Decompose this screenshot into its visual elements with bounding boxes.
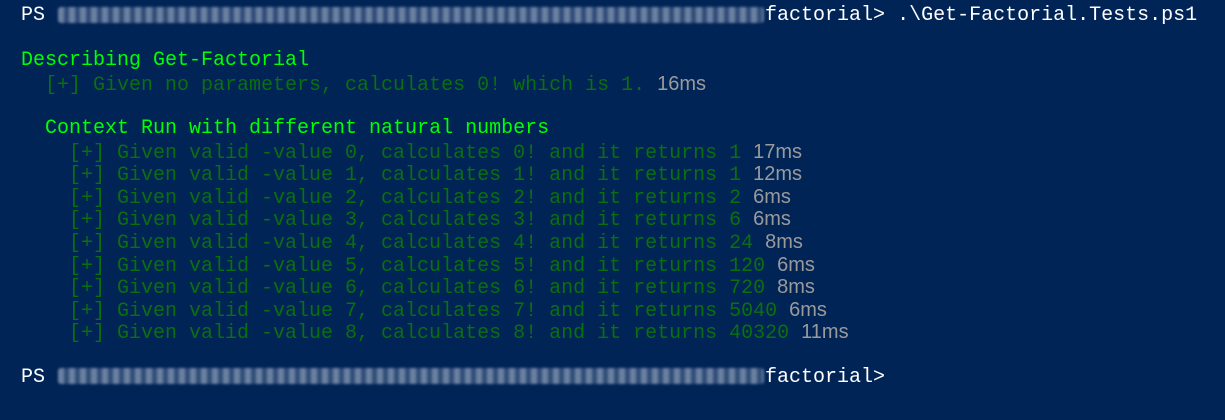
test-duration: 11ms bbox=[801, 321, 849, 344]
describe-heading: Describing Get-Factorial bbox=[21, 49, 310, 73]
prompt-prefix: PS bbox=[21, 365, 46, 389]
redacted-path bbox=[58, 6, 765, 23]
test-result-line: [+] Given valid -value 3, calculates 3! … bbox=[21, 208, 1225, 233]
test-duration: 16ms bbox=[657, 72, 707, 95]
test-duration: 6ms bbox=[753, 208, 791, 231]
test-result-text: [+] Given valid -value 4, calculates 4! … bbox=[69, 231, 754, 255]
test-result-text: [+] Given valid -value 5, calculates 5! … bbox=[69, 254, 766, 278]
test-result-line: [+] Given valid -value 1, calculates 1! … bbox=[21, 163, 1225, 188]
test-result-text: [+] Given valid -value 0, calculates 0! … bbox=[69, 141, 742, 165]
test-result-line: [+] Given valid -value 4, calculates 4! … bbox=[21, 230, 1225, 255]
test-result-line: [+] Given no parameters, calculates 0! w… bbox=[21, 72, 1225, 97]
test-result-line: [+] Given valid -value 5, calculates 5! … bbox=[21, 253, 1225, 278]
second-prompt-line[interactable]: PS factorial> bbox=[21, 365, 1225, 390]
test-result-text: [+] Given valid -value 3, calculates 3! … bbox=[69, 209, 742, 233]
test-result-text: [+] Given valid -value 7, calculates 7! … bbox=[69, 299, 778, 323]
context-test-list: [+] Given valid -value 0, calculates 0! … bbox=[21, 140, 1225, 346]
test-result-text: [+] Given valid -value 8, calculates 8! … bbox=[69, 322, 790, 346]
redacted-path bbox=[58, 368, 765, 385]
test-result-line: [+] Given valid -value 6, calculates 6! … bbox=[21, 276, 1225, 301]
prompt-path-tail: factorial> bbox=[765, 4, 886, 27]
prompt-prefix: PS bbox=[21, 4, 46, 27]
test-result-text: [+] Given valid -value 2, calculates 2! … bbox=[69, 186, 742, 210]
test-duration: 8ms bbox=[777, 276, 815, 299]
context-heading: Context Run with different natural numbe… bbox=[45, 116, 550, 140]
test-duration: 8ms bbox=[765, 230, 803, 253]
powershell-terminal[interactable]: PS factorial> .\Get-Factorial.Tests.ps1 … bbox=[0, 0, 1225, 420]
prompt-command: .\Get-Factorial.Tests.ps1 bbox=[885, 4, 1198, 27]
test-result-text: [+] Given valid -value 6, calculates 6! … bbox=[69, 277, 766, 301]
test-result-line: [+] Given valid -value 0, calculates 0! … bbox=[21, 140, 1225, 165]
test-duration: 6ms bbox=[753, 185, 791, 208]
test-duration: 17ms bbox=[753, 140, 803, 163]
prompt-path-tail: factorial> bbox=[765, 365, 886, 389]
test-result-text: [+] Given valid -value 1, calculates 1! … bbox=[69, 164, 742, 188]
test-result-line: [+] Given valid -value 8, calculates 8! … bbox=[21, 321, 1225, 346]
test-result-line: [+] Given valid -value 2, calculates 2! … bbox=[21, 185, 1225, 210]
first-prompt-line: PS factorial> .\Get-Factorial.Tests.ps1 bbox=[21, 4, 1225, 28]
test-duration: 6ms bbox=[789, 298, 827, 321]
test-duration: 6ms bbox=[777, 253, 815, 276]
test-duration: 12ms bbox=[753, 163, 803, 186]
test-result-text: [+] Given no parameters, calculates 0! w… bbox=[45, 73, 646, 97]
test-result-line: [+] Given valid -value 7, calculates 7! … bbox=[21, 298, 1225, 323]
